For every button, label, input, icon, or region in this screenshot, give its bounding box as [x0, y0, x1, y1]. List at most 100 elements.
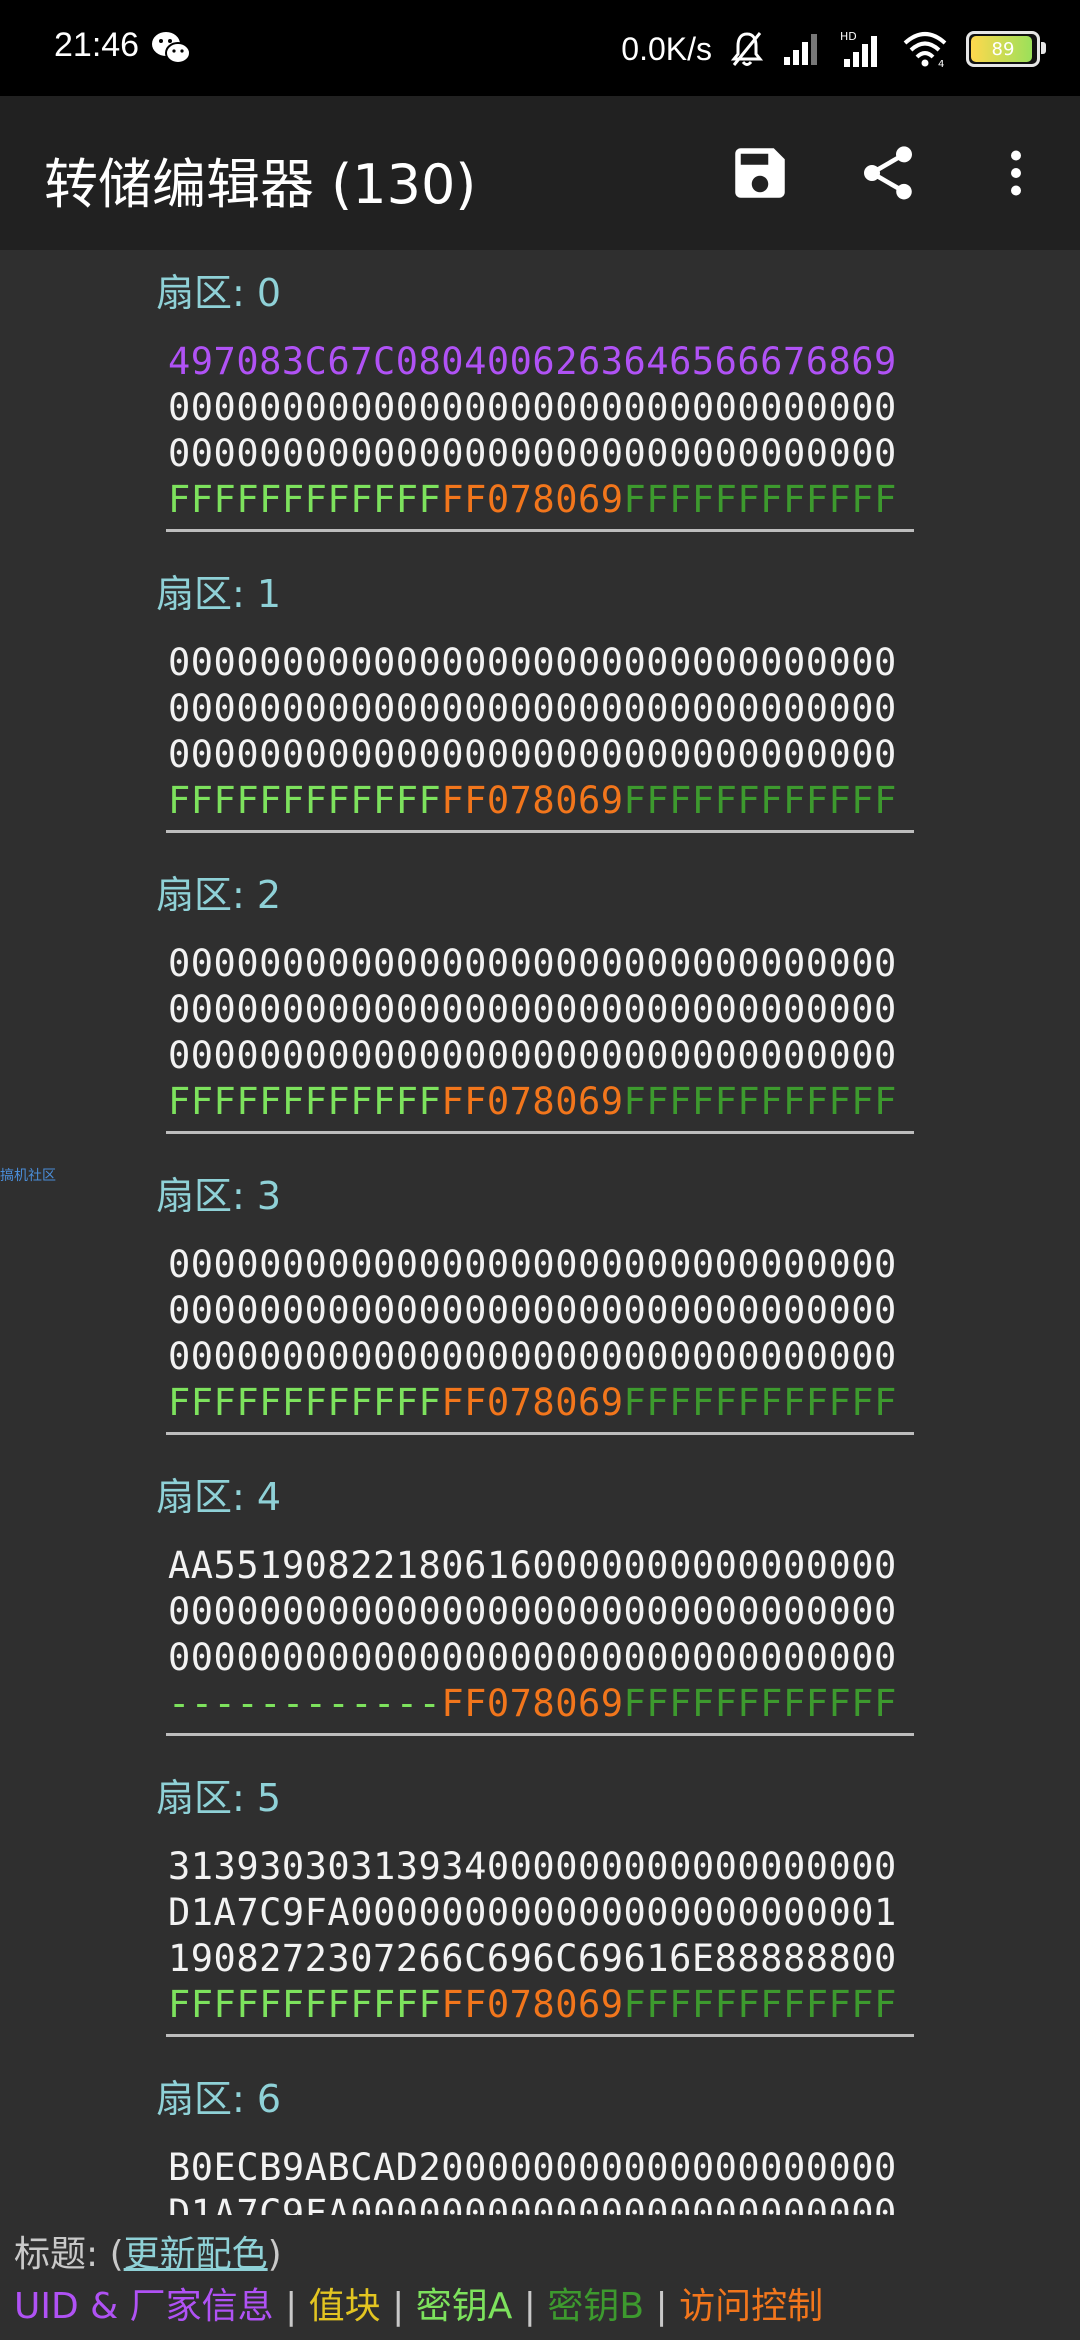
sector-hex-block[interactable]: B0ECB9ABCAD200000000000000000000 D1A7C9FA… [168, 2145, 897, 2215]
key-a-segment: ------------ [168, 1682, 442, 1725]
legend-separator: | [380, 2286, 416, 2327]
key-b-segment: FFFFFFFFFFFF [623, 779, 897, 822]
app-bar: 转储编辑器 (130) [0, 96, 1080, 250]
sector-trailer-line: ------------FF078069FFFFFFFFFFFF [168, 1681, 897, 1727]
key-a-segment: FFFFFFFFFFFF [168, 779, 442, 822]
status-time: 21:46 [54, 26, 140, 64]
sector-title: 扇区: 0 [156, 271, 282, 315]
sector-trailer-line: FFFFFFFFFFFFFF078069FFFFFFFFFFFF [168, 1079, 897, 1125]
legend-title-row: 标题: (更新配色) [14, 2225, 282, 2277]
page-title: 转储编辑器 (130) [44, 153, 477, 216]
sector-trailer-line: FFFFFFFFFFFFFF078069FFFFFFFFFFFF [168, 1380, 897, 1426]
update-colors-link[interactable]: 更新配色 [124, 2234, 268, 2275]
data-segment: 00000000000000000000000000000000 [168, 1289, 897, 1332]
data-segment: 00000000000000000000000000000000 [168, 1243, 897, 1286]
sector-title: 扇区: 1 [156, 572, 282, 616]
sector-title: 扇区: 3 [156, 1174, 282, 1218]
sector-title: 扇区: 4 [156, 1475, 282, 1519]
uid-segment: 497083C67C0804006263646566676869 [168, 340, 897, 383]
key-a-segment: FFFFFFFFFFFF [168, 1381, 442, 1424]
hex-block-line: D1A7C9FA000000000000000000000000 [168, 2191, 897, 2215]
data-segment: 31393030313934000000000000000000 [168, 1845, 897, 1888]
hex-block-line: 00000000000000000000000000000000 [168, 385, 897, 431]
net-speed: 0.0K/s [621, 30, 712, 67]
battery-level: 89 [991, 38, 1015, 60]
data-segment: AA551908221806160000000000000000 [168, 1544, 897, 1587]
hd-signal-icon: HD [840, 30, 877, 67]
legend-title-close: ) [267, 2234, 282, 2275]
more-options-button[interactable] [952, 96, 1080, 250]
sector-divider [166, 1432, 914, 1435]
data-segment: 00000000000000000000000000000000 [168, 988, 897, 1031]
hex-block-line: 00000000000000000000000000000000 [168, 732, 897, 778]
legend-items: UID & 厂家信息 | 值块 | 密钥A | 密钥B | 访问控制 [14, 2277, 823, 2329]
legend-separator: | [512, 2286, 548, 2327]
key-a-segment: FFFFFFFFFFFF [168, 1080, 442, 1123]
data-segment: 1908272307266C696C69616E88888800 [168, 1937, 897, 1980]
key-b-segment: FFFFFFFFFFFF [623, 1983, 897, 2026]
sector-trailer-line: FFFFFFFFFFFFFF078069FFFFFFFFFFFF [168, 778, 897, 824]
sector-hex-block[interactable]: AA551908221806160000000000000000 00000000… [168, 1543, 897, 1727]
data-segment: 00000000000000000000000000000000 [168, 687, 897, 730]
legend-key-b: 密钥B [547, 2286, 645, 2327]
svg-text:HD: HD [840, 30, 857, 43]
sector-divider [166, 529, 914, 532]
hex-block-line: 00000000000000000000000000000000 [168, 1589, 897, 1635]
hex-block-line: 1908272307266C696C69616E88888800 [168, 1936, 897, 1982]
save-icon [735, 148, 785, 198]
access-bits-segment: FF078069 [441, 1381, 624, 1424]
sector-4: 扇区: 4 AA551908221806160000000000000000 000… [0, 1460, 1080, 1761]
hex-block-line: 00000000000000000000000000000000 [168, 1033, 897, 1079]
data-segment: 00000000000000000000000000000000 [168, 1590, 897, 1633]
access-bits-segment: FF078069 [441, 478, 624, 521]
app-bar-actions [696, 96, 1080, 250]
hex-block-line: D1A7C9FA000000000000000000000001 [168, 1890, 897, 1936]
sector-0: 扇区: 0 497083C67C0804006263646566676869 000… [0, 256, 1080, 557]
share-icon [864, 146, 912, 200]
status-bar: 21:46 0.0K/s HD 4 89 [0, 0, 1080, 96]
key-b-segment: FFFFFFFFFFFF [623, 1682, 897, 1725]
sector-hex-block[interactable]: 497083C67C0804006263646566676869 00000000… [168, 339, 897, 523]
sector-6: 扇区: 6 B0ECB9ABCAD200000000000000000000 D1A… [0, 2062, 1080, 2215]
sector-hex-block[interactable]: 00000000000000000000000000000000 00000000… [168, 1242, 897, 1426]
legend-key-a: 密钥A [415, 2286, 513, 2327]
share-button[interactable] [824, 96, 952, 250]
sector-hex-block[interactable]: 00000000000000000000000000000000 00000000… [168, 941, 897, 1125]
key-b-segment: FFFFFFFFFFFF [623, 1080, 897, 1123]
sector-divider [166, 1131, 914, 1134]
sector-hex-block[interactable]: 31393030313934000000000000000000 D1A7C9FA… [168, 1844, 897, 2028]
mute-icon [730, 32, 764, 66]
hex-block-line: 00000000000000000000000000000000 [168, 686, 897, 732]
legend-access-control: 访问控制 [679, 2286, 824, 2327]
wifi-icon: 4 [903, 32, 947, 69]
hex-block-line: 00000000000000000000000000000000 [168, 1334, 897, 1380]
key-a-segment: FFFFFFFFFFFF [168, 478, 442, 521]
sector-divider [166, 2034, 914, 2037]
data-segment: 00000000000000000000000000000000 [168, 1335, 897, 1378]
dump-content[interactable]: 搞机社区 扇区: 0 497083C67C08040062636465666768… [0, 250, 1080, 2215]
legend-separator: | [273, 2286, 309, 2327]
sector-divider [166, 830, 914, 833]
status-icons: 0.0K/s HD 4 89 [621, 24, 1046, 74]
data-segment: 00000000000000000000000000000000 [168, 942, 897, 985]
signal-icon [784, 34, 817, 65]
hex-block-line: 00000000000000000000000000000000 [168, 431, 897, 477]
sector-2: 扇区: 2 00000000000000000000000000000000 000… [0, 858, 1080, 1159]
color-legend: 标题: (更新配色) UID & 厂家信息 | 值块 | 密钥A | 密钥B |… [0, 2215, 1080, 2340]
data-segment: 00000000000000000000000000000000 [168, 1636, 897, 1679]
hex-block-line: 00000000000000000000000000000000 [168, 987, 897, 1033]
sector-hex-block[interactable]: 00000000000000000000000000000000 00000000… [168, 640, 897, 824]
key-b-segment: FFFFFFFFFFFF [623, 1381, 897, 1424]
hex-block-line: 00000000000000000000000000000000 [168, 1288, 897, 1334]
sector-3: 扇区: 3 00000000000000000000000000000000 000… [0, 1159, 1080, 1460]
key-b-segment: FFFFFFFFFFFF [623, 478, 897, 521]
data-segment: D1A7C9FA000000000000000000000000 [168, 2192, 897, 2215]
legend-title-label: 标题: ( [14, 2234, 124, 2275]
access-bits-segment: FF078069 [441, 1682, 624, 1725]
save-button[interactable] [696, 96, 824, 250]
sector-divider [166, 1733, 914, 1736]
more-vert-icon [1011, 150, 1021, 196]
hex-block-line: 00000000000000000000000000000000 [168, 1242, 897, 1288]
legend-separator: | [644, 2286, 680, 2327]
data-segment: 00000000000000000000000000000000 [168, 1034, 897, 1077]
